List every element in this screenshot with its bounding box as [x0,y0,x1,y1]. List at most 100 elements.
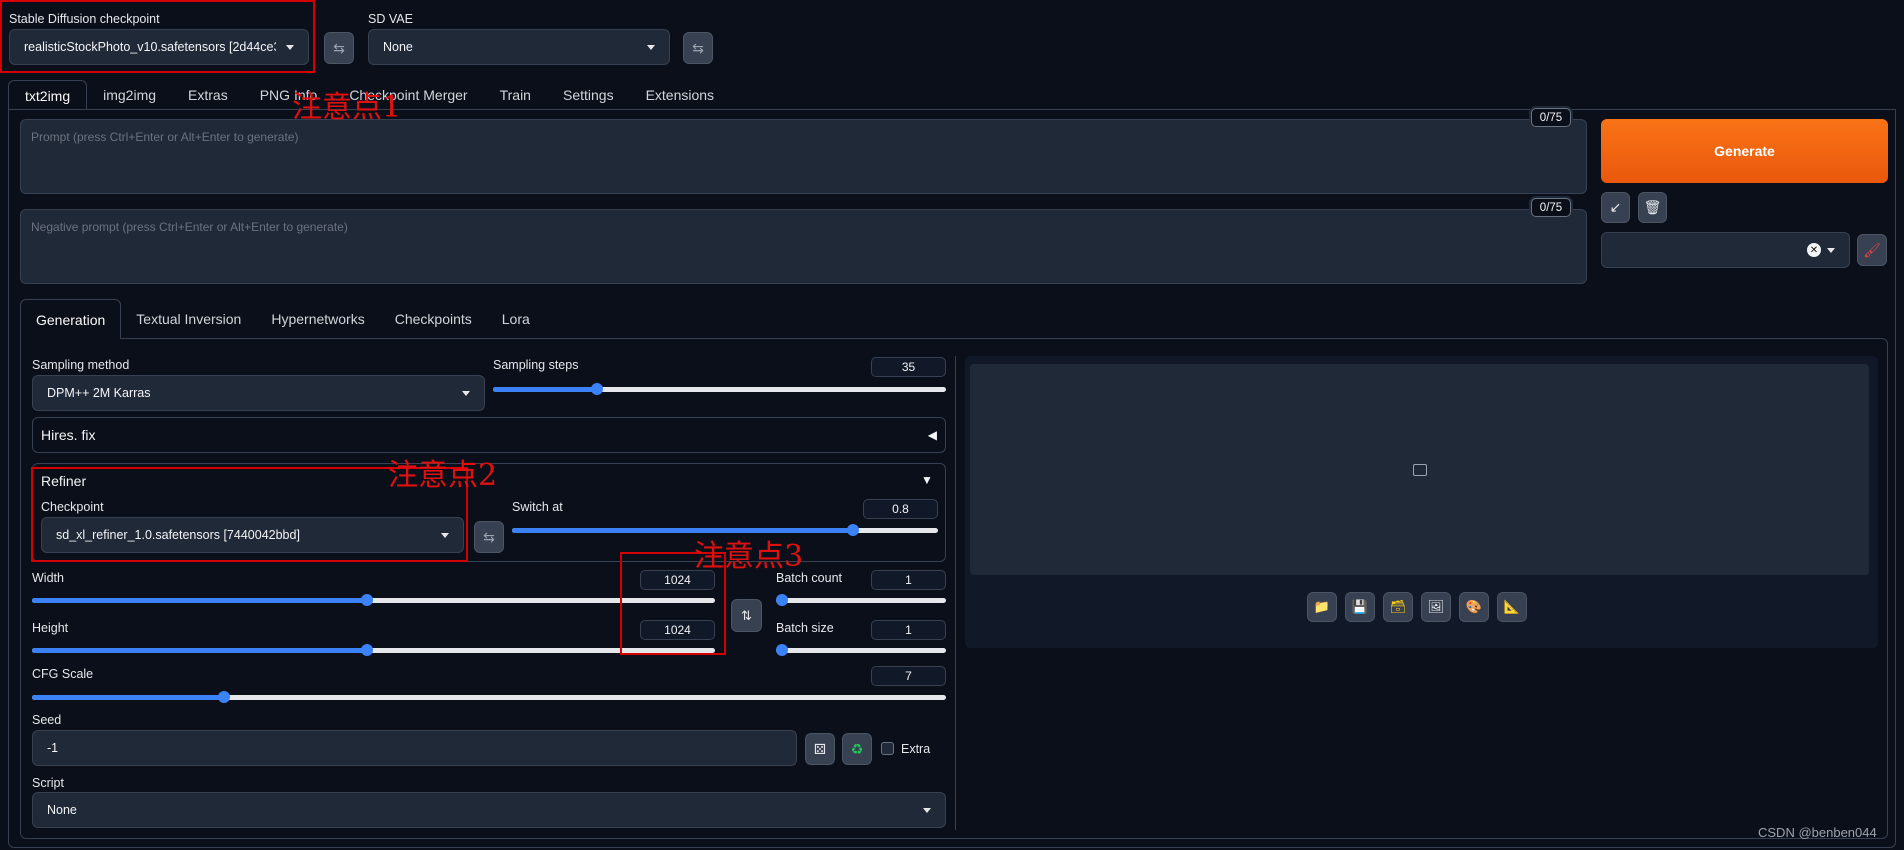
script-label: Script [32,776,64,790]
send-to-img2img-button[interactable]: 🖼 [1421,592,1451,622]
slider-thumb[interactable] [360,594,373,606]
prompt-input[interactable]: Prompt (press Ctrl+Enter or Alt+Enter to… [20,119,1587,194]
batch-size-slider[interactable] [776,643,946,657]
tab-textual-inversion[interactable]: Textual Inversion [121,299,256,339]
vae-dropdown[interactable]: None [368,29,670,65]
output-toolbar: 📁 💾 🗃 🖼 🎨 📐 [1307,592,1527,622]
read-params-button[interactable]: ↙ [1601,192,1630,223]
tab-hypernetworks[interactable]: Hypernetworks [256,299,379,339]
recycle-icon: ♻ [850,740,864,757]
batch-size-input[interactable]: 1 [871,620,946,640]
swap-dimensions-button[interactable]: ⇅ [731,599,762,632]
tab-generation[interactable]: Generation [20,299,122,339]
cfg-scale-label: CFG Scale [32,667,94,681]
refresh-checkpoint-button[interactable]: ⇆ [324,32,354,64]
cfg-scale-input[interactable]: 7 [871,666,946,686]
hires-fix-accordion[interactable]: Hires. fix ◀ [32,417,946,453]
sampling-method-value: DPM++ 2M Karras [47,386,151,400]
folder-icon: 📁 [1313,599,1331,614]
apply-style-button[interactable]: 🖌 [1857,234,1887,266]
negative-prompt-placeholder: Negative prompt (press Ctrl+Enter or Alt… [31,220,348,234]
batch-count-slider[interactable] [776,593,946,607]
switch-at-input[interactable]: 0.8 [863,499,938,519]
slider-thumb[interactable] [776,644,788,656]
send-to-extras-button[interactable]: 📐 [1497,592,1527,622]
extra-label: Extra [901,742,931,756]
refresh-icon: ⇆ [483,528,495,545]
cfg-scale-slider[interactable] [32,690,946,704]
sampling-method-label: Sampling method [32,358,130,372]
save-button[interactable]: 💾 [1345,592,1375,622]
watermark: CSDN @benben044 [1758,825,1877,840]
generate-button[interactable]: Generate [1601,119,1888,183]
slider-thumb[interactable] [591,383,604,395]
tab-lora[interactable]: Lora [487,299,545,339]
styles-dropdown[interactable]: ✕ [1601,232,1850,268]
seed-label: Seed [32,713,62,727]
slider-thumb[interactable] [217,691,230,703]
tab-checkpoints[interactable]: Checkpoints [380,299,487,339]
image-preview-area [970,364,1869,575]
clear-icon[interactable]: ✕ [1807,243,1821,257]
random-seed-button[interactable]: ⚄ [805,733,835,765]
tab-txt2img[interactable]: txt2img [8,80,88,110]
slider-thumb[interactable] [776,594,788,606]
refiner-checkpoint-dropdown[interactable]: sd_xl_refiner_1.0.safetensors [7440042bb… [41,517,464,553]
arrow-down-left-icon: ↙ [1609,199,1622,215]
chevron-down-icon [923,807,931,813]
trash-icon: 🗑 [1643,199,1662,215]
seed-value: -1 [47,741,59,755]
negative-token-counter: 0/75 [1531,198,1571,217]
slider-thumb[interactable] [360,644,373,656]
negative-prompt-input[interactable]: Negative prompt (press Ctrl+Enter or Alt… [20,209,1587,284]
tab-train[interactable]: Train [484,80,547,110]
chevron-down-icon [647,44,655,50]
sampling-method-dropdown[interactable]: DPM++ 2M Karras [32,375,485,411]
seed-input[interactable]: -1 [32,730,797,766]
sub-tab-bar: Generation Textual Inversion Hypernetwor… [20,299,545,339]
vae-value: None [383,40,413,54]
tab-extras[interactable]: Extras [172,80,244,110]
chevron-down-icon [286,44,294,50]
open-folder-button[interactable]: 📁 [1307,592,1337,622]
column-divider [955,356,956,830]
extra-checkbox[interactable] [881,742,894,755]
tab-img2img[interactable]: img2img [87,80,172,110]
save-icon: 💾 [1351,599,1369,614]
tab-settings[interactable]: Settings [547,80,630,110]
script-dropdown[interactable]: None [32,792,946,828]
refresh-vae-button[interactable]: ⇆ [683,32,713,64]
reuse-seed-button[interactable]: ♻ [842,733,872,765]
annotation-3: 注意点3 [694,539,804,574]
prompt-token-counter: 0/75 [1531,108,1571,127]
chevron-down-icon [1827,247,1835,253]
chevron-down-icon [462,390,470,396]
annotation-1: 注意点1 [292,90,402,125]
batch-count-input[interactable]: 1 [871,570,946,590]
zip-button[interactable]: 🗃 [1383,592,1413,622]
checkpoint-dropdown[interactable]: realisticStockPhoto_v10.safetensors [2d4… [9,29,309,65]
triangle-down-icon[interactable]: ▼ [921,473,933,487]
refresh-refiner-button[interactable]: ⇆ [474,521,504,553]
refiner-checkpoint-label: Checkpoint [41,500,104,514]
generate-label: Generate [1714,143,1775,159]
annotation-2: 注意点2 [388,458,498,493]
batch-size-label: Batch size [776,621,834,635]
archive-icon: 🗃 [1389,599,1407,614]
refresh-icon: ⇆ [333,39,345,56]
dice-icon: ⚄ [813,740,827,757]
sampling-steps-input[interactable]: 35 [871,357,946,377]
checkpoint-label: Stable Diffusion checkpoint [9,12,160,26]
image-placeholder-icon [1412,463,1427,476]
height-slider[interactable] [32,643,715,657]
vae-label: SD VAE [368,12,413,26]
send-to-inpaint-button[interactable]: 🎨 [1459,592,1489,622]
image-icon: 🖼 [1427,599,1445,614]
tab-extensions[interactable]: Extensions [630,80,730,110]
clear-prompt-button[interactable]: 🗑 [1638,192,1667,223]
script-value: None [47,803,77,817]
slider-thumb[interactable] [846,524,859,536]
width-slider[interactable] [32,593,715,607]
sampling-steps-slider[interactable] [493,382,946,396]
refresh-icon: ⇆ [692,39,704,56]
